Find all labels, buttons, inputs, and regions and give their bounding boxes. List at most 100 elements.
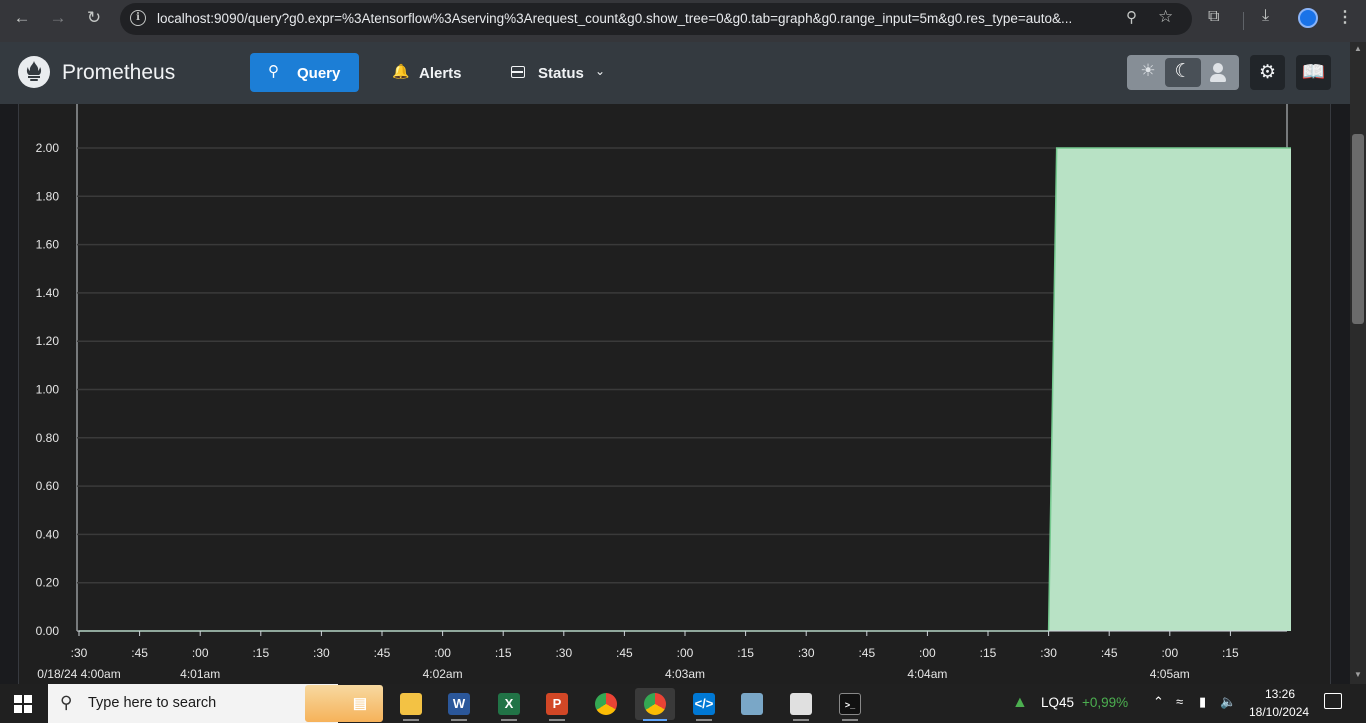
search-icon: ⚲ [60, 693, 73, 712]
forward-icon[interactable]: → [46, 6, 70, 30]
x-tick-label: :00 [192, 646, 209, 660]
x-major-label: 4:04am [907, 667, 947, 681]
powerpoint-icon[interactable]: P [537, 688, 577, 721]
terminal-icon[interactable]: >_ [830, 688, 870, 721]
x-major-label: 0/18/24 4:00am [37, 667, 120, 681]
chrome-icon[interactable] [586, 688, 626, 720]
task-view-icon[interactable]: ▤ [340, 688, 380, 720]
query-nav-button[interactable]: ⚲ Query [250, 53, 359, 92]
book-icon[interactable]: 📖 [1296, 55, 1331, 90]
query-nav-label: Query [297, 65, 341, 82]
server-icon [511, 66, 525, 78]
y-tick-label: 2.00 [36, 141, 60, 155]
scroll-up-icon[interactable]: ▲ [1354, 44, 1362, 53]
browser-toolbar: ← → ↻ i localhost:9090/query?g0.expr=%3A… [0, 0, 1366, 42]
file-explorer-icon[interactable] [391, 688, 431, 721]
clock-date[interactable]: 18/10/2024 [1249, 705, 1309, 719]
battery-icon[interactable]: ▮ [1199, 694, 1206, 710]
page-scrollbar[interactable]: ▲ ▼ [1350, 42, 1366, 684]
gear-icon[interactable]: ⚙ [1250, 55, 1285, 90]
x-tick-label: :00 [1161, 646, 1178, 660]
prometheus-logo-icon[interactable] [18, 56, 50, 88]
chrome-active-icon[interactable] [635, 688, 675, 721]
x-tick-label: :15 [252, 646, 269, 660]
taskbar-search[interactable]: ⚲ Type here to search [48, 684, 383, 723]
sun-icon[interactable]: ☀ [1135, 61, 1161, 83]
graph-panel: 0.00 0.20 0.40 0.60 0.80 1.00 1.20 1.40 1.60 1.80… [18, 104, 1331, 684]
notification-icon[interactable] [1324, 693, 1342, 709]
x-tick-label: :00 [434, 646, 451, 660]
clock-time[interactable]: 13:26 [1265, 687, 1295, 701]
y-tick-label: 1.80 [36, 189, 60, 203]
reload-icon[interactable]: ↻ [82, 6, 106, 30]
x-tick-label: :30 [555, 646, 572, 660]
search-placeholder: Type here to search [88, 695, 217, 711]
wifi-icon[interactable]: ≈ [1176, 694, 1183, 709]
y-tick-label: 1.00 [36, 383, 60, 397]
windows-taskbar: ⚲ Type here to search ▤ W X P </> >_ ▲ L… [0, 684, 1366, 723]
stock-chart-icon[interactable]: ▲ [1012, 694, 1028, 712]
y-tick-label: 1.40 [36, 286, 60, 300]
scroll-thumb[interactable] [1352, 134, 1364, 324]
status-nav-label: Status [538, 65, 584, 82]
user-icon[interactable] [1207, 62, 1229, 84]
x-tick-label: :30 [313, 646, 330, 660]
menu-icon[interactable]: ⋮ [1337, 7, 1353, 27]
excel-icon[interactable]: X [489, 688, 529, 721]
x-tick-label: :30 [1040, 646, 1057, 660]
x-tick-label: :00 [919, 646, 936, 660]
theme-switcher: ☀ ☾ [1127, 55, 1239, 90]
app-window-icon[interactable] [781, 688, 821, 721]
search-icon: ⚲ [268, 63, 279, 80]
alerts-nav-label: Alerts [419, 65, 462, 82]
x-tick-label: :00 [677, 646, 694, 660]
x-major-label: 4:01am [180, 667, 220, 681]
x-tick-label: :15 [980, 646, 997, 660]
notepad-icon[interactable] [732, 688, 772, 720]
y-tick-label: 1.60 [36, 238, 60, 252]
download-icon[interactable]: ⤓ [1262, 7, 1269, 25]
x-major-label: 4:05am [1150, 667, 1190, 681]
y-tick-label: 0.40 [36, 527, 60, 541]
main-content: 0.00 0.20 0.40 0.60 0.80 1.00 1.20 1.40 1.60 1.80… [0, 104, 1350, 684]
x-tick-label: :45 [858, 646, 875, 660]
x-tick-label: :15 [495, 646, 512, 660]
zoom-icon[interactable]: ⚲ [1126, 8, 1137, 26]
graph-chart[interactable]: 0.00 0.20 0.40 0.60 0.80 1.00 1.20 1.40 1.60 1.80… [19, 104, 1332, 684]
y-tick-label: 0.20 [36, 576, 60, 590]
y-tick-label: 0.00 [36, 624, 60, 638]
address-bar[interactable]: i localhost:9090/query?g0.expr=%3Atensor… [120, 3, 1192, 35]
x-tick-label: :30 [71, 646, 88, 660]
profile-icon[interactable] [1298, 8, 1318, 28]
y-tick-label: 0.60 [36, 479, 60, 493]
x-major-label: 4:03am [665, 667, 705, 681]
x-tick-label: :15 [1222, 646, 1239, 660]
brand-title[interactable]: Prometheus [62, 61, 175, 85]
stock-name[interactable]: LQ45 [1041, 695, 1074, 710]
y-tick-label: 1.20 [36, 334, 60, 348]
volume-icon[interactable]: 🔈 [1220, 694, 1236, 710]
star-icon[interactable]: ☆ [1158, 7, 1173, 27]
scroll-down-icon[interactable]: ▼ [1354, 670, 1362, 679]
x-major-label: 4:02am [423, 667, 463, 681]
x-tick-label: :30 [798, 646, 815, 660]
vscode-icon[interactable]: </> [684, 688, 724, 721]
chevron-down-icon: ⌄ [595, 64, 606, 78]
prometheus-navbar: Prometheus ⚲ Query 🔔 Alerts Status ⌄ ☀ ☾… [0, 42, 1366, 104]
stock-change[interactable]: +0,99% [1082, 695, 1128, 710]
windows-start-icon[interactable] [14, 695, 32, 713]
x-tick-label: :45 [1101, 646, 1118, 660]
bell-icon: 🔔 [392, 63, 410, 79]
extensions-icon[interactable]: ⧉ [1208, 8, 1219, 26]
info-icon[interactable]: i [130, 10, 146, 26]
x-tick-label: :45 [374, 646, 391, 660]
y-tick-label: 0.80 [36, 431, 60, 445]
chevron-up-icon[interactable]: ⌃ [1153, 694, 1164, 710]
toolbar-divider [1243, 12, 1244, 30]
x-tick-label: :45 [616, 646, 633, 660]
url-text[interactable]: localhost:9090/query?g0.expr=%3Atensorfl… [157, 11, 1117, 26]
moon-icon[interactable]: ☾ [1165, 58, 1201, 87]
x-tick-label: :15 [737, 646, 754, 660]
back-icon[interactable]: ← [10, 6, 34, 30]
word-icon[interactable]: W [439, 688, 479, 721]
